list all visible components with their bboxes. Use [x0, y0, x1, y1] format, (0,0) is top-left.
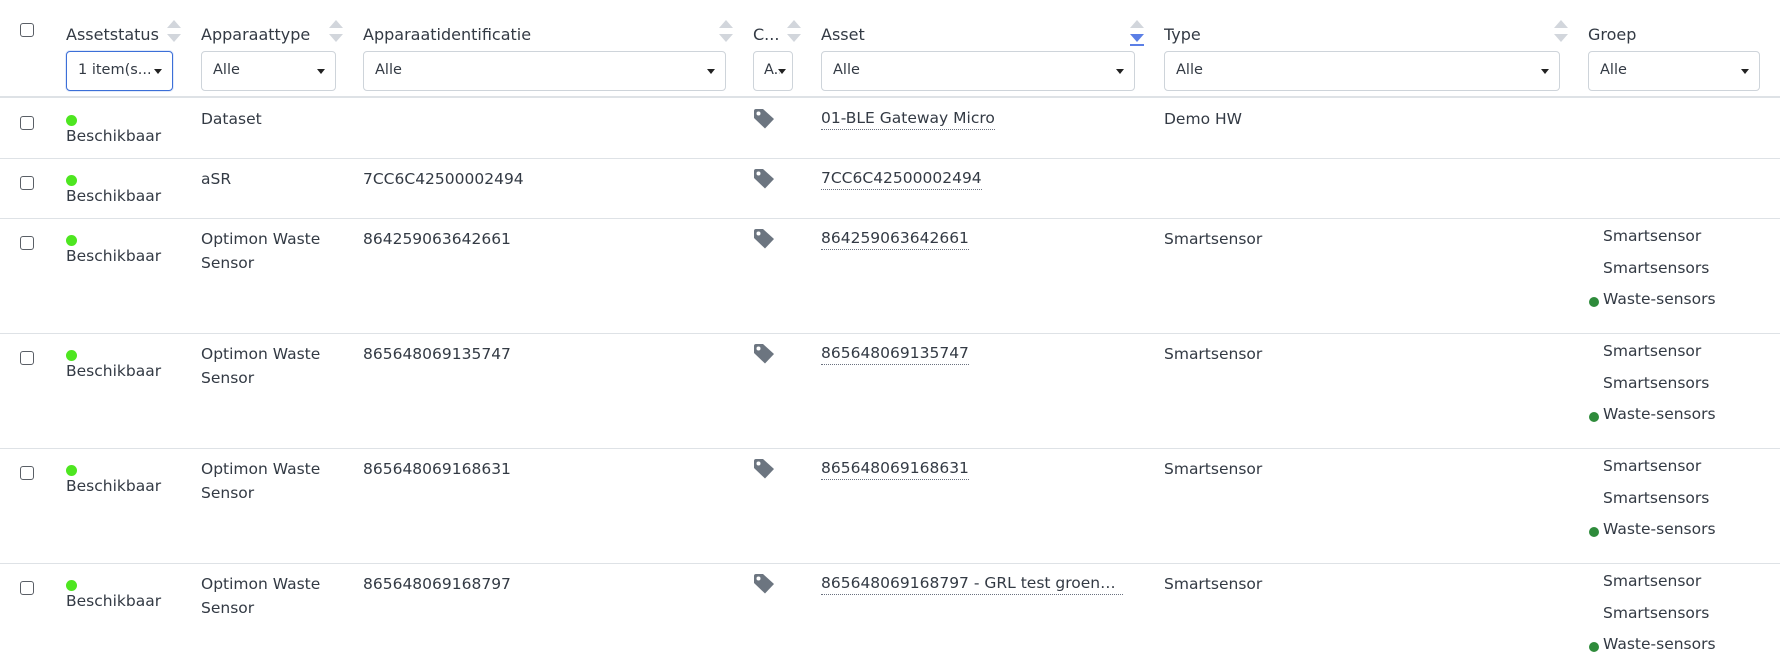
- row-checkbox[interactable]: [20, 351, 34, 365]
- group-label: Smartsensors: [1603, 373, 1710, 392]
- status-label: Beschikbaar: [66, 592, 162, 610]
- device-type: aSR: [201, 170, 232, 188]
- filter-apparaattype-select[interactable]: Alle: [201, 51, 336, 91]
- device-type: Optimon Waste: [201, 460, 321, 478]
- sort-apparaatidentificatie-icon[interactable]: [719, 20, 733, 48]
- table-row[interactable]: Beschikbaar aSR 7CC6C42500002494 7CC6C42500…: [0, 158, 1780, 218]
- table-row[interactable]: Beschikbaar Optimon Waste Sensor 8656480691…: [0, 448, 1780, 563]
- device-identification: 864259063642661: [363, 230, 511, 248]
- sort-c-icon[interactable]: [787, 20, 801, 48]
- filter-assetstatus-select[interactable]: 1 item(s...: [66, 51, 173, 91]
- filter-type-select[interactable]: Alle: [1164, 51, 1560, 91]
- tag-icon[interactable]: [753, 109, 775, 129]
- asset-link[interactable]: 864259063642661: [821, 227, 969, 250]
- row-checkbox[interactable]: [20, 236, 34, 250]
- status-label: Beschikbaar: [66, 362, 162, 380]
- group-status-dot: [1589, 527, 1599, 537]
- device-identification: 865648069168631: [363, 460, 511, 478]
- filter-apparaatidentificatie-select[interactable]: Alle: [363, 51, 726, 91]
- table-row[interactable]: Beschikbaar Optimon Waste Sensor 8642590636…: [0, 218, 1780, 333]
- filter-asset-select[interactable]: Alle: [821, 51, 1135, 91]
- group-label: Waste-sensors: [1603, 405, 1716, 423]
- row-checkbox[interactable]: [20, 581, 34, 595]
- asset-type: Smartsensor: [1164, 575, 1263, 593]
- status-label: Beschikbaar: [66, 247, 162, 265]
- row-checkbox[interactable]: [20, 176, 34, 190]
- asset-type: Smartsensor: [1164, 230, 1263, 248]
- asset-link[interactable]: 01-BLE Gateway Micro: [821, 107, 995, 130]
- status-label: Beschikbaar: [66, 477, 162, 495]
- asset-link[interactable]: 865648069168631: [821, 457, 969, 480]
- sort-apparaattype-icon[interactable]: [329, 20, 343, 48]
- group-label: Waste-sensors: [1603, 635, 1716, 653]
- asset-link[interactable]: 865648069168797 - GRL test groene ...: [821, 572, 1123, 595]
- group-label: Smartsensor: [1603, 227, 1702, 245]
- group-status-dot: [1589, 297, 1599, 307]
- group-status-dot: [1589, 412, 1599, 422]
- device-type-line2: Sensor: [201, 254, 255, 272]
- group-label: Smartsensor: [1603, 457, 1702, 475]
- device-type-line2: Sensor: [201, 484, 255, 502]
- group-label: Waste-sensors: [1603, 520, 1716, 538]
- tag-icon[interactable]: [753, 344, 775, 364]
- filter-groep-select[interactable]: Alle: [1588, 51, 1760, 91]
- device-identification: 7CC6C42500002494: [363, 170, 524, 188]
- group-label: Smartsensor: [1603, 342, 1702, 360]
- device-type: Optimon Waste: [201, 345, 321, 363]
- filter-c-select[interactable]: A...: [753, 51, 793, 91]
- group-label: Smartsensors: [1603, 603, 1710, 622]
- asset-link[interactable]: 7CC6C42500002494: [821, 167, 982, 190]
- asset-type: Demo HW: [1164, 110, 1242, 128]
- device-identification: 865648069135747: [363, 345, 511, 363]
- select-all-checkbox[interactable]: [20, 23, 34, 37]
- device-type: Optimon Waste: [201, 575, 321, 593]
- row-checkbox[interactable]: [20, 466, 34, 480]
- group-label: Smartsensors: [1603, 258, 1710, 277]
- tag-icon[interactable]: [753, 229, 775, 249]
- asset-type: Smartsensor: [1164, 460, 1263, 478]
- asset-type: Smartsensor: [1164, 345, 1263, 363]
- table-row[interactable]: Beschikbaar Optimon Waste Sensor 8656480691…: [0, 563, 1780, 670]
- tag-icon[interactable]: [753, 574, 775, 594]
- device-type: Dataset: [201, 110, 262, 128]
- tag-icon[interactable]: [753, 459, 775, 479]
- header-assetstatus[interactable]: Assetstatus: [66, 25, 159, 44]
- header-apparaattype[interactable]: Apparaattype: [201, 25, 310, 44]
- asset-grid: Assetstatus Apparaattype Apparaatidentif…: [0, 0, 1780, 670]
- table-row[interactable]: Beschikbaar Dataset 01-BLE Gateway Micro De…: [0, 98, 1780, 158]
- table-row[interactable]: Beschikbaar Optimon Waste Sensor 8656480691…: [0, 333, 1780, 448]
- header-c[interactable]: C...: [753, 25, 779, 44]
- status-label: Beschikbaar: [66, 127, 162, 145]
- row-checkbox[interactable]: [20, 116, 34, 130]
- device-type-line2: Sensor: [201, 599, 255, 617]
- sort-type-icon[interactable]: [1554, 20, 1568, 48]
- asset-link[interactable]: 865648069135747: [821, 342, 969, 365]
- header-asset[interactable]: Asset: [821, 25, 865, 44]
- tag-icon[interactable]: [753, 169, 775, 189]
- group-label: Waste-sensors: [1603, 290, 1716, 308]
- status-label: Beschikbaar: [66, 187, 162, 205]
- device-type-line2: Sensor: [201, 369, 255, 387]
- group-status-dot: [1589, 642, 1599, 652]
- header-groep[interactable]: Groep: [1588, 25, 1636, 44]
- device-identification: 865648069168797: [363, 575, 511, 593]
- device-type: Optimon Waste: [201, 230, 321, 248]
- header-type[interactable]: Type: [1164, 25, 1201, 44]
- group-label: Smartsensor: [1603, 572, 1702, 590]
- group-label: Smartsensors: [1603, 488, 1710, 507]
- sort-asset-icon[interactable]: [1130, 20, 1144, 48]
- sort-assetstatus-icon[interactable]: [167, 20, 181, 48]
- header-apparaatidentificatie[interactable]: Apparaatidentificatie: [363, 25, 531, 44]
